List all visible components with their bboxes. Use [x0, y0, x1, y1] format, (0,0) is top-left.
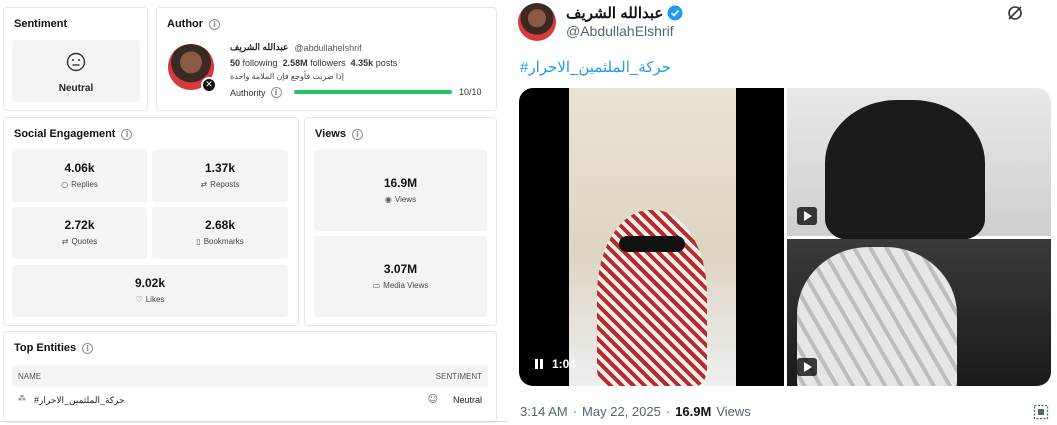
repost-icon: ⇄ [200, 180, 208, 189]
play-icon [797, 207, 817, 225]
sentiment-tile: Neutral [12, 40, 140, 102]
divider [0, 421, 508, 422]
entities-panel: Top Entities i NAME SENTIMENT ⁂ #حركة_الم… [3, 331, 497, 423]
sentiment-title: Sentiment [14, 18, 68, 30]
author-bio: إذا ضربت فأوجع فإن الملامة واحدة [230, 72, 344, 81]
sentiment-panel: Sentiment Neutral [3, 7, 148, 111]
info-icon[interactable]: i [270, 87, 282, 98]
media-views-tile: 3.07M ▭ Media Views [314, 236, 487, 317]
tweet-views-label: Views [716, 404, 751, 419]
col-sentiment: SENTIMENT [435, 372, 482, 381]
tweet-views-count: 16.9M [675, 404, 712, 419]
grok-icon[interactable] [1006, 4, 1024, 22]
authority-label: Authority [230, 87, 266, 98]
verified-badge-icon [667, 5, 683, 21]
tweet-avatar[interactable] [518, 3, 556, 41]
views-title: Views i [315, 128, 363, 140]
neutral-face-icon [66, 52, 86, 72]
tweet-hashtag[interactable]: #حركة_الملثمين_الاحرار [520, 58, 671, 76]
bookmarks-tile: 2.68k ▯ Bookmarks [152, 207, 288, 259]
play-icon [797, 358, 817, 376]
table-row[interactable]: ⁂ #حركة_الملثمين_الاحرار ☺ Neutral [12, 392, 488, 410]
bookmark-icon: ▯ [196, 237, 201, 246]
heart-icon: ♡ [135, 295, 143, 304]
entities-table-header: NAME SENTIMENT [12, 366, 488, 386]
pause-icon[interactable] [535, 359, 543, 369]
col-name: NAME [18, 372, 42, 381]
authority-score: 10/10 [459, 87, 482, 97]
engagement-panel: Social Engagement i 4.06k ○ Replies 1.37k … [3, 117, 299, 326]
entities-title: Top Entities i [14, 342, 94, 354]
views-panel: Views i 16.9M ◉ Views 3.07M ▭ Media Views [304, 117, 497, 326]
video-thumb-1[interactable] [787, 88, 1051, 240]
x-logo-icon: ✕ [201, 77, 217, 93]
analytics-icon[interactable] [1033, 404, 1049, 420]
video-icon: ▭ [372, 281, 381, 290]
author-name: عبدالله الشريف [230, 42, 289, 52]
reposts-tile: 1.37k ⇄ Reposts [152, 150, 288, 202]
sentiment-value: Neutral [58, 83, 94, 94]
tweet-time[interactable]: 3:14 AM [520, 404, 568, 419]
tweet-card: عبدالله الشريف @AbdullahElshrif #حركة_ال… [510, 0, 1057, 425]
video-main[interactable]: 1:04 [519, 88, 784, 386]
replies-tile: 4.06k ○ Replies [12, 150, 147, 202]
media-grid: 1:04 [519, 88, 1051, 386]
tweet-date[interactable]: May 22, 2025 [582, 404, 661, 419]
tweet-meta: 3:14 AM · May 22, 2025 · 16.9M Views [520, 404, 751, 419]
info-icon[interactable]: i [352, 128, 363, 140]
tweet-author-handle[interactable]: @AbdullahElshrif [566, 23, 674, 39]
followers-count: 2.58M [282, 58, 308, 68]
eye-icon: ◉ [384, 195, 392, 204]
quote-icon: ⇄ [61, 237, 69, 246]
author-title: Author i [167, 18, 221, 30]
engagement-title: Social Engagement i [14, 128, 133, 140]
author-avatar[interactable]: ✕ [168, 44, 217, 93]
quotes-tile: 2.72k ⇄ Quotes [12, 207, 147, 259]
entity-icon: ⁂ [18, 394, 26, 403]
info-icon[interactable]: i [82, 342, 94, 354]
tweet-author-name[interactable]: عبدالله الشريف [566, 4, 663, 22]
video-frame [569, 88, 736, 386]
video-thumb-2[interactable] [787, 239, 1051, 386]
authority-bar-fill [294, 90, 452, 94]
info-icon[interactable]: i [121, 128, 133, 140]
video-timer: 1:04 [552, 357, 577, 371]
neutral-face-icon: ☺ [427, 394, 438, 405]
views-tile: 16.9M ◉ Views [314, 150, 487, 231]
entity-sentiment: Neutral [452, 395, 482, 405]
sunglasses [619, 236, 685, 252]
author-panel: Author i ✕ عبدالله الشريف @abdullahelshri… [156, 7, 497, 111]
author-handle[interactable]: @abdullahelshrif [294, 43, 361, 53]
reply-icon: ○ [61, 180, 69, 189]
likes-tile: 9.02k ♡ Likes [12, 265, 288, 317]
entity-name: #حركة_الملثمين_الاحرار [34, 395, 125, 405]
posts-count: 4.35k [350, 58, 374, 68]
info-icon[interactable]: i [209, 18, 221, 30]
following-count: 50 [230, 58, 241, 68]
authority-bar [294, 90, 452, 94]
